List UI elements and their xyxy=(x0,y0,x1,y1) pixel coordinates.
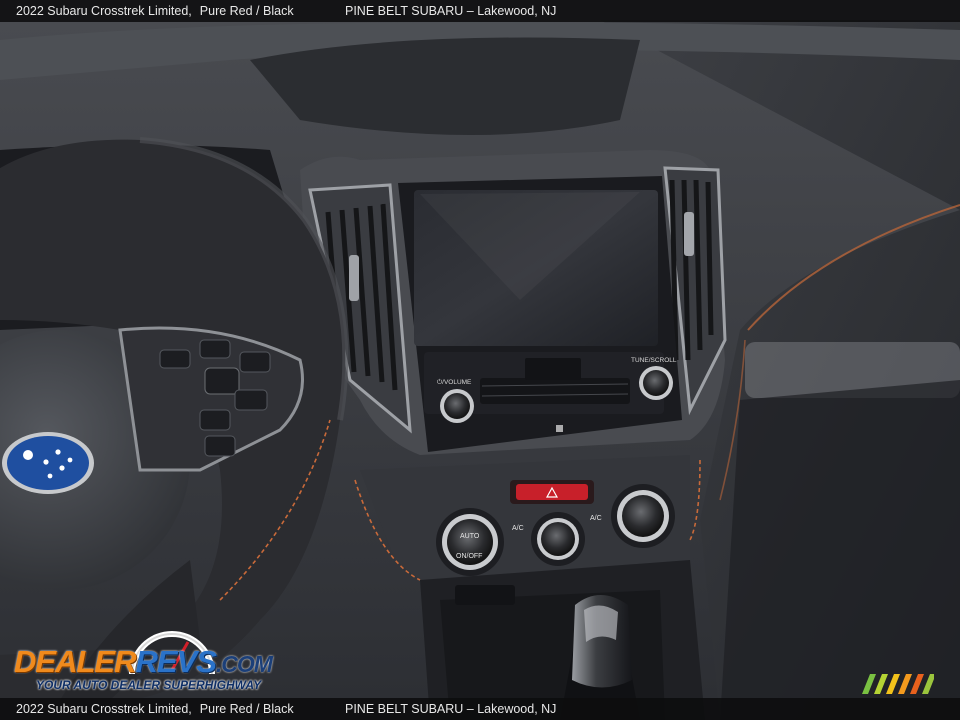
ac-label-left: A/C xyxy=(512,525,524,532)
dealerrevs-tagline: YOUR AUTO DEALER SUPERHIGHWAY xyxy=(36,678,262,692)
right-vent-tab xyxy=(684,212,694,256)
speed-stripe xyxy=(898,674,912,694)
caption-dealer: PINE BELT SUBARU – Lakewood, NJ xyxy=(345,4,557,18)
onoff-label: ON/OFF xyxy=(456,553,482,560)
dealerrevs-wordmark: DEALERREVS.COM xyxy=(14,644,273,679)
speed-stripe xyxy=(922,674,934,694)
usb-port-panel xyxy=(455,585,515,605)
caption-dealer: PINE BELT SUBARU – Lakewood, NJ xyxy=(345,702,557,716)
auto-label: AUTO xyxy=(460,533,480,540)
tune-scroll-label: TUNE/SCROLL xyxy=(631,357,677,364)
speed-stripe xyxy=(910,674,924,694)
dealer-photo: ⏻/VOLUME TUNE/SCROLL AUTO ON/OFF A/C A/C xyxy=(0,0,960,720)
left-vent-tab xyxy=(349,255,359,301)
ac-label-right: A/C xyxy=(590,515,602,522)
caption-vehicle-color: 2022 Subaru Crosstrek Limited, Pure Red /… xyxy=(16,702,294,716)
speed-stripe xyxy=(862,674,876,694)
dealerrevs-watermark-logo: DEALERREVS.COM YOUR AUTO DEALER SUPERHIG… xyxy=(12,622,273,698)
dashboard-photo: ⏻/VOLUME TUNE/SCROLL AUTO ON/OFF A/C A/C xyxy=(0,0,960,720)
speed-stripe xyxy=(886,674,900,694)
caption-vehicle-color: 2022 Subaru Crosstrek Limited, Pure Red /… xyxy=(16,4,294,18)
speed-stripes-logo xyxy=(862,674,934,694)
caption-bar-top: 2022 Subaru Crosstrek Limited, Pure Red /… xyxy=(0,0,960,22)
speed-stripe xyxy=(874,674,888,694)
volume-label: ⏻/VOLUME xyxy=(437,379,472,386)
caption-bar-bottom: 2022 Subaru Crosstrek Limited, Pure Red /… xyxy=(0,698,960,720)
